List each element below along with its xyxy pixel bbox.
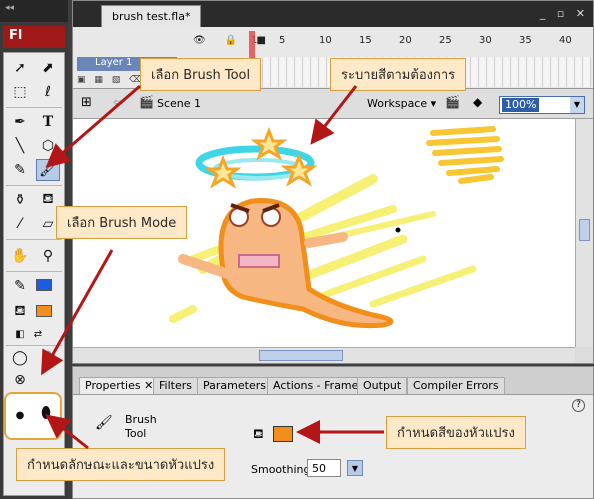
- callout-brush-color: กำหนดสีของหัวแปรง: [386, 416, 526, 449]
- document-tab-bar: brush test.fla* _ ▫ ✕: [73, 1, 593, 27]
- brush-tool-icon[interactable]: 🖌: [36, 159, 60, 181]
- tab-properties[interactable]: Properties ✕: [79, 377, 160, 394]
- edit-symbols-icon[interactable]: ◆: [473, 95, 482, 109]
- text-tool-icon[interactable]: T: [36, 111, 60, 133]
- ink-bottle-tool-icon[interactable]: ⚱: [8, 189, 32, 211]
- tool-name-label: Brush Tool: [125, 413, 157, 440]
- brush-fill-color-swatch[interactable]: [273, 426, 293, 442]
- tab-filters[interactable]: Filters: [153, 377, 198, 394]
- properties-tab-bar: Properties ✕ Filters Parameters Actions …: [73, 367, 593, 395]
- zoom-select[interactable]: 100% ▼: [499, 96, 585, 114]
- object-drawing-icon[interactable]: ◯: [8, 347, 32, 369]
- zoom-tool-icon[interactable]: ⚲: [36, 245, 60, 267]
- window-controls[interactable]: _ ▫ ✕: [540, 7, 589, 20]
- chevron-down-icon[interactable]: ▼: [570, 97, 584, 113]
- frame-number: 30: [479, 35, 492, 46]
- lasso-tool-icon[interactable]: ℓ: [36, 81, 60, 103]
- selection-tool-icon[interactable]: ➚: [8, 57, 32, 79]
- document-window: brush test.fla* _ ▫ ✕ 👁 🔒 ■ 1 5 10 15 20…: [72, 0, 594, 364]
- tab-parameters[interactable]: Parameters: [197, 377, 272, 394]
- tab-output[interactable]: Output: [357, 377, 408, 394]
- document-tab[interactable]: brush test.fla*: [101, 5, 202, 27]
- hand-tool-icon[interactable]: ✋: [8, 245, 32, 267]
- frame-number: 25: [439, 35, 452, 46]
- callout-select-brush-mode: เลือก Brush Mode: [56, 206, 188, 239]
- smoothing-label: Smoothing: [251, 463, 311, 476]
- stroke-color-swatch[interactable]: [36, 279, 52, 291]
- frame-number: 5: [279, 35, 286, 46]
- tool-divider: [6, 185, 62, 186]
- timeline-toggle-icon[interactable]: ⊞: [81, 95, 92, 110]
- pen-tool-icon[interactable]: ✒: [8, 111, 32, 133]
- timeline-buttons[interactable]: ▣ ▦ ▧ ⌫: [77, 75, 145, 85]
- chevron-down-icon[interactable]: ▼: [347, 460, 363, 476]
- tool-divider: [6, 239, 62, 240]
- scene-icon: 🎬: [139, 95, 154, 109]
- line-tool-icon[interactable]: ╲: [8, 135, 32, 157]
- tab-actions-frame[interactable]: Actions - Frame: [267, 377, 365, 394]
- brush-icon: 🖌: [95, 415, 113, 431]
- callout-select-brush-tool: เลือก Brush Tool: [140, 58, 262, 91]
- tools-panel-header[interactable]: ◂◂: [0, 0, 68, 22]
- frame-number: 10: [319, 35, 332, 46]
- vertical-scroll-thumb[interactable]: [579, 219, 590, 241]
- brush-size-icon[interactable]: ●: [8, 404, 32, 426]
- polystar-tool-icon[interactable]: ⬡: [36, 135, 60, 157]
- help-button[interactable]: ?: [572, 399, 585, 412]
- brush-shape-size-options: ● ⬮: [4, 392, 62, 440]
- horizontal-scrollbar[interactable]: [73, 347, 575, 363]
- horizontal-scroll-thumb[interactable]: [259, 350, 343, 361]
- eyedropper-tool-icon[interactable]: ⁄: [8, 213, 32, 235]
- lock-fill-icon[interactable]: 🔒: [36, 347, 60, 369]
- smoothing-input[interactable]: 50: [307, 459, 341, 477]
- tools-panel: ◂◂ Fl ➚ ⬈ ⬚ ℓ ✒ T ╲ ⬡ ✎ 🖌 ⚱ ⛾ ⁄ ▱ ✋ ⚲ ✎ …: [0, 0, 68, 499]
- tool-divider: [6, 107, 62, 108]
- tab-compiler-errors[interactable]: Compiler Errors: [407, 377, 505, 394]
- brush-mode-icon[interactable]: ⊗: [8, 369, 32, 391]
- zoom-value: 100%: [502, 98, 540, 112]
- flash-logo: Fl: [3, 26, 65, 48]
- back-arrow-icon[interactable]: ⇦: [113, 95, 123, 109]
- workspace-button[interactable]: Workspace ▾: [367, 97, 436, 110]
- pencil-tool-icon[interactable]: ✎: [8, 159, 32, 181]
- stroke-color-icon: ✎: [14, 278, 26, 294]
- free-transform-tool-icon[interactable]: ⬚: [8, 81, 32, 103]
- tool-divider: [6, 271, 62, 272]
- tool-divider: [6, 345, 62, 346]
- frame-number: 40: [559, 35, 572, 46]
- fill-color-swatch[interactable]: [36, 305, 52, 317]
- callout-paint-color: ระบายสีตามต้องการ: [330, 58, 467, 91]
- scene-name[interactable]: Scene 1: [157, 97, 201, 110]
- paint-bucket-icon: ⛾: [253, 427, 264, 442]
- frame-number: 35: [519, 35, 532, 46]
- subselection-tool-icon[interactable]: ⬈: [36, 57, 60, 79]
- frame-number: 15: [359, 35, 372, 46]
- edit-scene-icon[interactable]: 🎬: [445, 95, 460, 109]
- frame-number: 20: [399, 35, 412, 46]
- edit-bar: ⊞ ⇦ 🎬 Scene 1 Workspace ▾ 🎬 ◆ 100% ▼: [73, 89, 593, 119]
- frame-ruler: 1 5 10 15 20 25 30 35 40: [251, 33, 591, 49]
- fill-color-icon: ⛾: [14, 303, 26, 319]
- callout-brush-shape-size: กำหนดลักษณะและขนาดหัวแปรง: [16, 448, 226, 481]
- swap-colors-icon[interactable]: ⇄: [26, 323, 50, 345]
- brush-shape-icon[interactable]: ⬮: [34, 402, 58, 424]
- vertical-scrollbar[interactable]: [575, 119, 593, 347]
